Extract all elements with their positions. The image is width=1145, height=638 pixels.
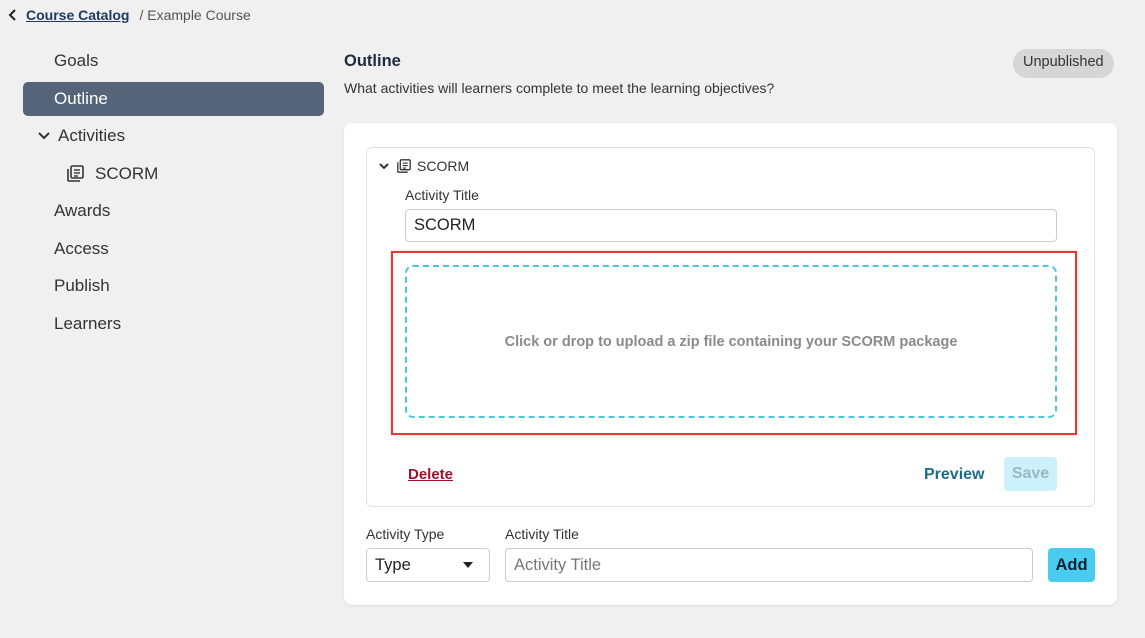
- dropzone-text: Click or drop to upload a zip file conta…: [504, 333, 958, 350]
- sidebar-item-label: Awards: [54, 201, 111, 220]
- sidebar-item-label: Activities: [58, 126, 126, 145]
- course-catalog-link[interactable]: Course Catalog: [26, 7, 129, 23]
- sidebar-item-learners[interactable]: Learners: [23, 307, 324, 341]
- activity-header[interactable]: SCORM: [378, 158, 469, 174]
- document-stack-icon: [397, 159, 411, 173]
- chevron-down-icon[interactable]: [378, 161, 390, 171]
- delete-button[interactable]: Delete: [408, 466, 453, 483]
- page-subtitle: What activities will learners complete t…: [344, 80, 775, 96]
- activity-type-select[interactable]: Type: [366, 548, 490, 582]
- sidebar-item-label: Publish: [54, 276, 110, 295]
- sidebar-item-label: Access: [54, 238, 109, 258]
- add-button[interactable]: Add: [1048, 548, 1095, 582]
- new-activity-title-label: Activity Title: [505, 526, 579, 542]
- status-badge: Unpublished: [1013, 49, 1114, 78]
- sidebar-nav: Goals Outline Activities SCORM Awards Ac…: [23, 44, 324, 344]
- activity-title-input[interactable]: [405, 209, 1057, 242]
- save-button[interactable]: Save: [1004, 457, 1057, 491]
- activity-panel: SCORM Activity Title Click or drop to up…: [366, 147, 1095, 507]
- page-title: Outline: [344, 52, 401, 70]
- sidebar-item-scorm[interactable]: SCORM: [23, 157, 324, 191]
- page-header: Outline What activities will learners co…: [344, 52, 774, 96]
- sidebar-item-awards[interactable]: Awards: [23, 194, 324, 228]
- chevron-left-icon[interactable]: [8, 9, 18, 21]
- activity-type-label: Activity Type: [366, 526, 445, 542]
- activity-title-label: Activity Title: [405, 187, 479, 203]
- outline-card: SCORM Activity Title Click or drop to up…: [344, 123, 1117, 605]
- sidebar-item-label: SCORM: [95, 163, 159, 183]
- chevron-down-icon[interactable]: [37, 131, 51, 141]
- sidebar-item-label: Outline: [54, 88, 108, 108]
- sidebar-item-goals[interactable]: Goals: [23, 44, 324, 78]
- new-activity-title-input[interactable]: [505, 548, 1033, 582]
- select-value: Type: [375, 555, 411, 574]
- scorm-upload-dropzone[interactable]: Click or drop to upload a zip file conta…: [405, 265, 1057, 418]
- document-stack-icon: [67, 165, 84, 182]
- breadcrumb-current: / Example Course: [139, 7, 251, 23]
- sidebar-item-outline[interactable]: Outline: [23, 81, 324, 116]
- sidebar-item-access[interactable]: Access: [23, 232, 324, 266]
- sidebar-item-publish[interactable]: Publish: [23, 269, 324, 303]
- sidebar-item-label: Learners: [54, 313, 122, 333]
- activity-name: SCORM: [417, 158, 470, 174]
- caret-down-icon: [463, 562, 473, 568]
- preview-button[interactable]: Preview: [924, 466, 984, 484]
- sidebar-item-activities[interactable]: Activities: [23, 119, 324, 153]
- sidebar-item-label: Goals: [54, 51, 99, 70]
- breadcrumb: Course Catalog / Example Course: [8, 7, 251, 23]
